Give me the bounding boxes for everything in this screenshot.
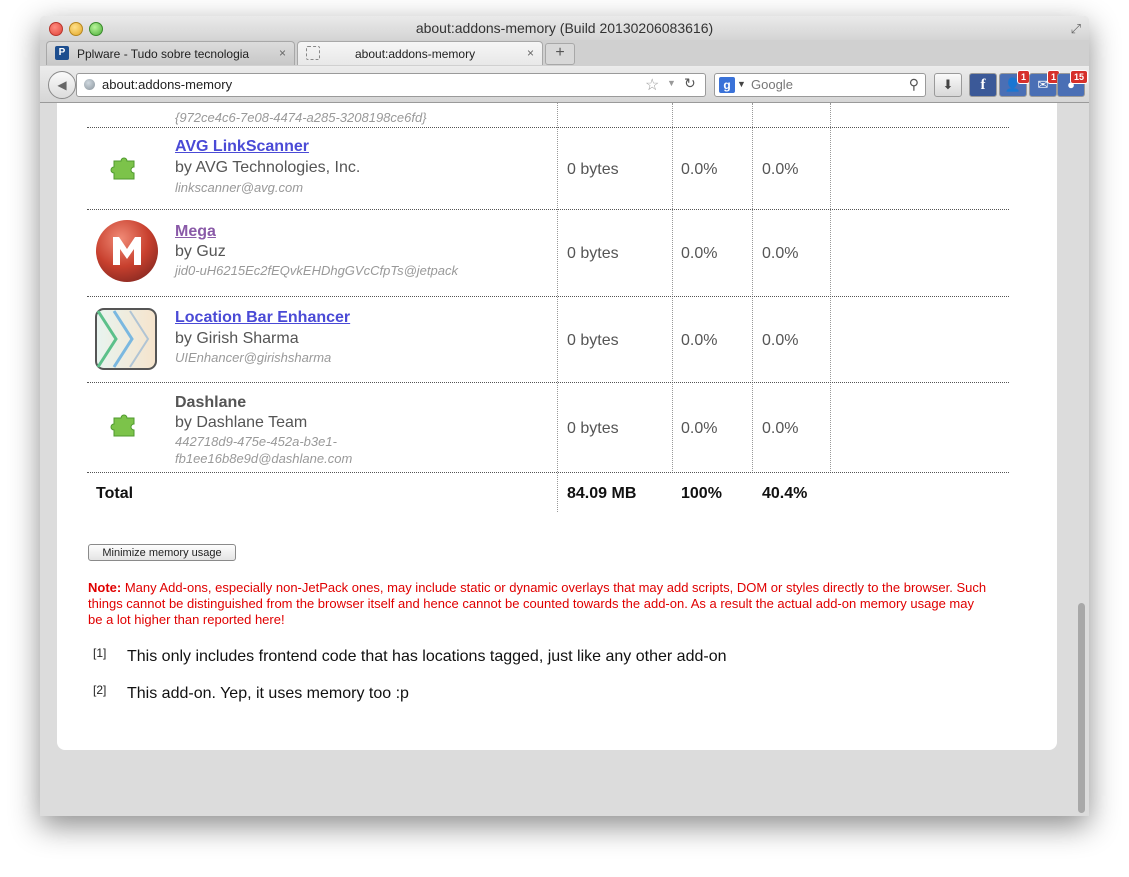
footnote-mark: [1] — [93, 646, 107, 660]
percent-total-value: 0.0% — [762, 161, 799, 178]
note-body: Many Add-ons, especially non-JetPack one… — [88, 580, 987, 627]
messages-button[interactable]: ✉ 1 — [1029, 70, 1060, 97]
percent-total-value: 0.0% — [762, 420, 799, 437]
addon-author: by Guz — [175, 243, 226, 260]
addon-id: 442718d9-475e-452a-b3e1- fb1ee16b8e9d@da… — [175, 434, 353, 466]
total-percent-total: 40.4% — [762, 485, 808, 502]
tab-strip: P Pplware - Tudo sobre tecnologia × abou… — [40, 40, 1089, 67]
memory-value: 0 bytes — [567, 420, 619, 437]
memory-value: 0 bytes — [567, 161, 619, 178]
addon-name-link[interactable]: Location Bar Enhancer — [175, 309, 350, 327]
scrollbar-thumb[interactable] — [1078, 603, 1085, 813]
blank-page-favicon-icon — [306, 46, 320, 60]
total-row: Total 84.09 MB 100% 40.4% — [87, 473, 1009, 513]
addon-author: by AVG Technologies, Inc. — [175, 159, 361, 176]
addon-name-link[interactable]: Mega — [175, 223, 216, 241]
addon-name: Dashlane — [175, 394, 247, 411]
table-row: Location Bar Enhancer by Girish Sharma U… — [87, 297, 1009, 383]
tab-close-icon[interactable]: × — [279, 46, 286, 60]
percent-addons-value: 0.0% — [681, 161, 718, 178]
percent-total-value: 0.0% — [762, 332, 799, 349]
tab-label: Pplware - Tudo sobre tecnologia — [77, 47, 250, 61]
memory-value: 0 bytes — [567, 332, 619, 349]
table-row: Mega by Guz jid0-uH6215Ec2fEQvkEHDhgGVcC… — [87, 210, 1009, 297]
browser-window: about:addons-memory (Build 2013020608361… — [40, 16, 1089, 816]
tab-close-icon[interactable]: × — [527, 46, 534, 60]
note-prefix: Note: — [88, 580, 122, 595]
addon-id: UIEnhancer@girishsharma — [175, 350, 332, 365]
total-percent-addons: 100% — [681, 485, 722, 502]
pplware-favicon-icon: P — [55, 46, 69, 60]
addon-id: jid0-uH6215Ec2fEQvkEHDhgGVcCfpTs@jetpack — [175, 263, 458, 278]
memory-value: 0 bytes — [567, 245, 619, 262]
percent-total-value: 0.0% — [762, 245, 799, 262]
total-memory: 84.09 MB — [567, 485, 637, 502]
addon-id: {972ce4c6-7e08-4474-a285-3208198ce6fd} — [175, 110, 427, 125]
footnote-text: This only includes frontend code that ha… — [127, 648, 727, 665]
notifications-badge: 15 — [1069, 70, 1088, 84]
footnote-text: This add-on. Yep, it uses memory too :p — [127, 685, 409, 702]
tab-addons-memory[interactable]: about:addons-memory × — [297, 41, 543, 65]
puzzle-icon — [110, 407, 142, 444]
minimize-memory-button[interactable]: Minimize memory usage — [88, 544, 236, 561]
window-title: about:addons-memory (Build 2013020608361… — [415, 20, 714, 36]
addon-name-link[interactable]: AVG LinkScanner — [175, 138, 309, 156]
total-label: Total — [96, 485, 134, 502]
notifications-button[interactable]: ● 15 — [1057, 70, 1088, 97]
percent-addons-value: 0.0% — [681, 420, 718, 437]
back-button[interactable]: ◀ — [48, 71, 76, 99]
content-viewport: {972ce4c6-7e08-4474-a285-3208198ce6fd} A… — [40, 103, 1089, 816]
tab-label: about:addons-memory — [355, 47, 476, 61]
tab-pplware[interactable]: P Pplware - Tudo sobre tecnologia × — [46, 41, 295, 65]
addons-memory-page: {972ce4c6-7e08-4474-a285-3208198ce6fd} A… — [57, 103, 1057, 750]
table-row: Dashlane by Dashlane Team 442718d9-475e-… — [87, 383, 1009, 473]
title-bar: about:addons-memory (Build 2013020608361… — [40, 16, 1089, 40]
new-tab-button[interactable]: + — [545, 43, 575, 65]
note-text: Note: Many Add-ons, especially non-JetPa… — [88, 580, 988, 628]
percent-addons-value: 0.0% — [681, 245, 718, 262]
table-row: AVG LinkScanner by AVG Technologies, Inc… — [87, 128, 1009, 210]
back-arrow-icon: ◀ — [57, 78, 67, 92]
addon-author: by Girish Sharma — [175, 330, 299, 347]
location-bar-enhancer-icon — [94, 307, 160, 376]
mega-logo-icon — [95, 219, 159, 288]
vertical-scrollbar[interactable] — [1076, 103, 1087, 816]
puzzle-icon — [110, 150, 142, 187]
footnote-mark: [2] — [93, 683, 107, 697]
percent-addons-value: 0.0% — [681, 332, 718, 349]
addon-author: by Dashlane Team — [175, 414, 308, 431]
fullscreen-icon[interactable]: ⤢ — [1071, 21, 1081, 37]
table-row: {972ce4c6-7e08-4474-a285-3208198ce6fd} — [87, 83, 1009, 128]
addon-id: linkscanner@avg.com — [175, 180, 304, 195]
